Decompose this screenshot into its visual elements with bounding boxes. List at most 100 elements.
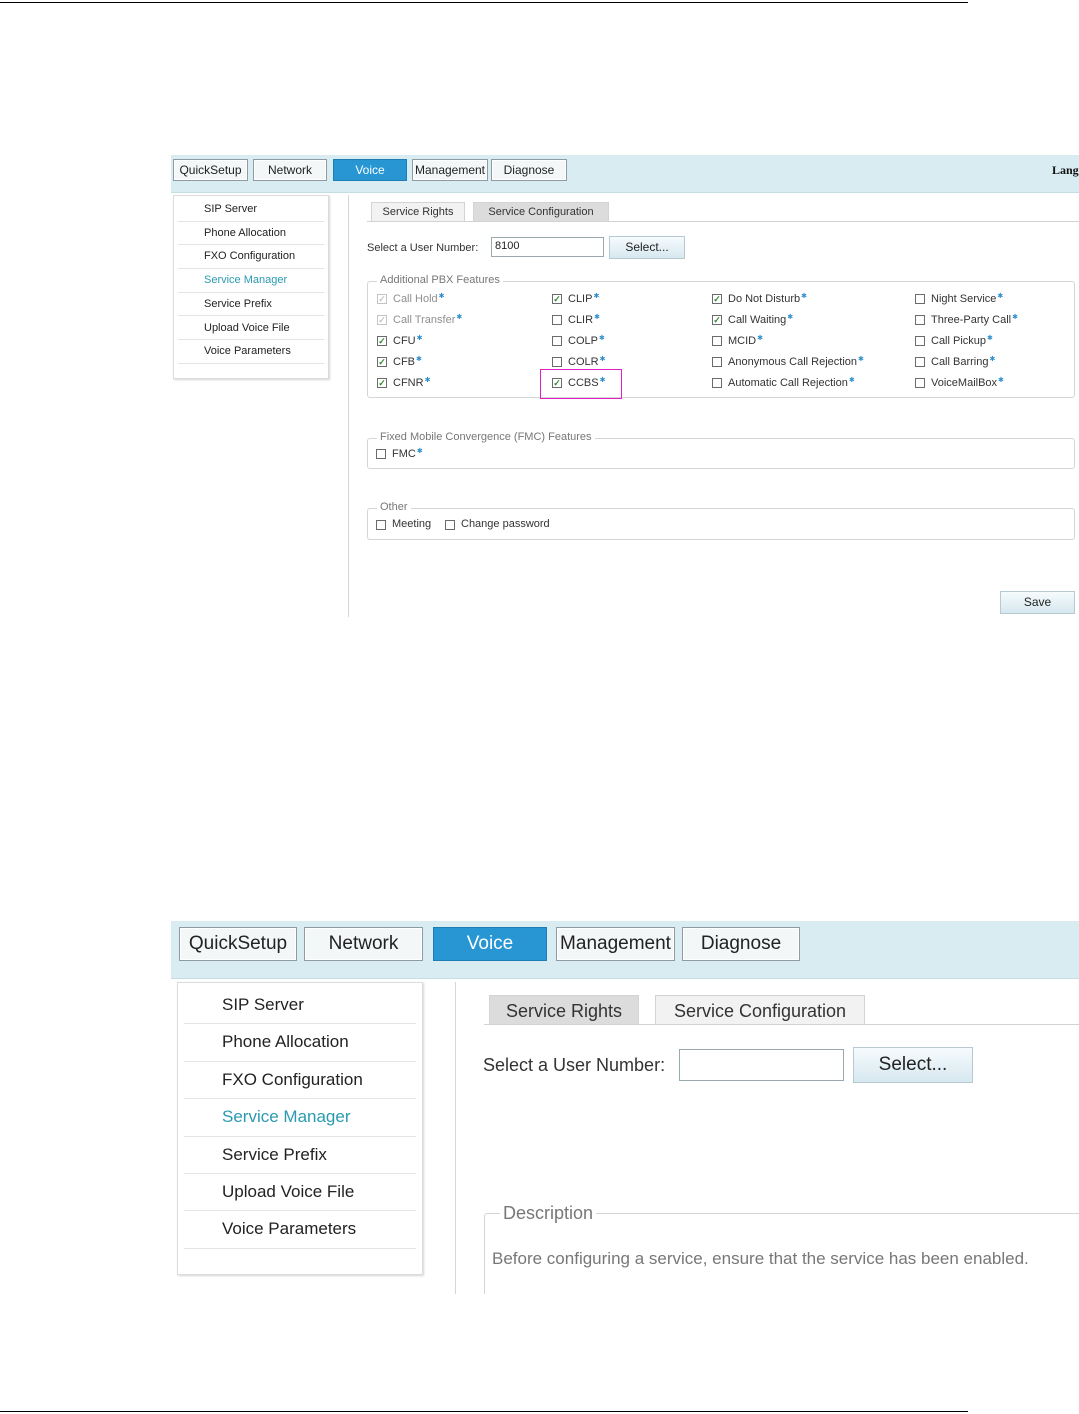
- feature-mcid-label: MCID✱: [728, 335, 763, 347]
- language-label[interactable]: Lang: [1052, 163, 1079, 178]
- nav-tab-quicksetup[interactable]: QuickSetup: [179, 927, 297, 961]
- user-number-label: Select a User Number:: [367, 242, 479, 254]
- feature-cfb-label: CFB✱: [393, 356, 422, 368]
- feature-automatic-call-rejection-checkbox[interactable]: [712, 378, 722, 388]
- nav-tab-diagnose[interactable]: Diagnose: [682, 927, 800, 961]
- tab-service-rights[interactable]: Service Rights: [489, 995, 639, 1025]
- select-button[interactable]: Select...: [609, 236, 685, 259]
- call-barring-star-icon: ✱: [989, 356, 996, 363]
- cfnr-star-icon: ✱: [424, 377, 431, 384]
- tab-service-configuration[interactable]: Service Configuration: [655, 995, 865, 1025]
- select-button[interactable]: Select...: [853, 1047, 973, 1083]
- tab-service-rights[interactable]: Service Rights: [371, 202, 465, 221]
- ccbs-highlight-box: [540, 369, 622, 399]
- feature-fmc-checkbox[interactable]: [376, 449, 386, 459]
- sidebar-item-upload-voice-file[interactable]: Upload Voice File: [184, 1174, 416, 1212]
- nav-tab-diagnose[interactable]: Diagnose: [491, 159, 567, 181]
- sidebar-item-sip-server[interactable]: SIP Server: [184, 987, 416, 1025]
- feature-colr-checkbox[interactable]: [552, 357, 562, 367]
- feature-colp-checkbox[interactable]: [552, 336, 562, 346]
- sidebar-item-voice-parameters[interactable]: Voice Parameters: [184, 1211, 416, 1249]
- save-button[interactable]: Save: [1000, 591, 1075, 614]
- feature-cfb-checkbox[interactable]: ✓: [377, 357, 387, 367]
- feature-cfnr-checkbox[interactable]: ✓: [377, 378, 387, 388]
- feature-clip-checkbox[interactable]: ✓: [552, 294, 562, 304]
- bottom-rule: [0, 1411, 968, 1412]
- feature-mcid-checkbox[interactable]: [712, 336, 722, 346]
- tab-underline: [367, 221, 1079, 222]
- feature-call-transfer-label: Call Transfer✱: [393, 314, 463, 326]
- description-legend: Description: [500, 1203, 597, 1224]
- colp-star-icon: ✱: [598, 335, 605, 342]
- sidebar-item-sip-server[interactable]: SIP Server: [178, 198, 324, 222]
- three-party-call-star-icon: ✱: [1012, 314, 1018, 321]
- nav-tab-voice[interactable]: Voice: [333, 159, 407, 181]
- voicemailbox-star-icon: ✱: [998, 377, 1004, 384]
- feature-colp-label: COLP✱: [568, 335, 605, 347]
- call-waiting-star-icon: ✱: [787, 314, 794, 321]
- cfu-star-icon: ✱: [416, 335, 423, 342]
- call-pickup-star-icon: ✱: [987, 335, 993, 342]
- feature-call-pickup-checkbox[interactable]: [915, 336, 925, 346]
- sidebar-menu: SIP Server Phone Allocation FXO Configurat…: [177, 982, 423, 1275]
- feature-call-hold-checkbox: ✓: [377, 294, 387, 304]
- feature-anonymous-call-rejection-checkbox[interactable]: [712, 357, 722, 367]
- feature-anonymous-call-rejection-label: Anonymous Call Rejection✱: [728, 356, 864, 368]
- feature-call-barring-checkbox[interactable]: [915, 357, 925, 367]
- sidebar-item-fxo-configuration[interactable]: FXO Configuration: [184, 1062, 416, 1100]
- other-legend: Other: [377, 501, 411, 513]
- feature-cfu-checkbox[interactable]: ✓: [377, 336, 387, 346]
- nav-tab-network[interactable]: Network: [253, 159, 327, 181]
- other-meeting-label: Meeting: [392, 518, 432, 530]
- feature-three-party-call-label: Three-Party Call✱: [931, 314, 1018, 326]
- sidebar-item-service-prefix[interactable]: Service Prefix: [184, 1137, 416, 1174]
- user-number-input[interactable]: [679, 1049, 844, 1081]
- call-transfer-star-icon: ✱: [456, 314, 463, 321]
- sidebar-item-fxo-configuration[interactable]: FXO Configuration: [178, 245, 324, 270]
- other-change-password-checkbox[interactable]: [445, 520, 455, 530]
- fmc-star-icon: ✱: [416, 448, 423, 455]
- mcid-star-icon: ✱: [757, 335, 763, 342]
- fmc-features-legend: Fixed Mobile Convergence (FMC) Features: [377, 431, 595, 443]
- feature-cfnr-label: CFNR✱: [393, 377, 431, 389]
- feature-call-waiting-checkbox[interactable]: ✓: [712, 315, 722, 325]
- nav-tab-network[interactable]: Network: [304, 927, 423, 961]
- nav-tab-quicksetup[interactable]: QuickSetup: [173, 159, 248, 181]
- sidebar-menu: SIP Server Phone Allocation FXO Configurat…: [173, 195, 329, 379]
- feature-clir-label: CLIR✱: [568, 314, 600, 326]
- feature-do-not-disturb-checkbox[interactable]: ✓: [712, 294, 722, 304]
- sidebar-item-voice-parameters[interactable]: Voice Parameters: [178, 340, 324, 364]
- nav-tab-management[interactable]: Management: [412, 159, 488, 181]
- main-content: [348, 195, 1079, 617]
- cfb-star-icon: ✱: [416, 356, 422, 363]
- nav-tab-management[interactable]: Management: [556, 927, 675, 961]
- feature-automatic-call-rejection-label: Automatic Call Rejection✱: [728, 377, 855, 389]
- user-number-input[interactable]: 8100: [491, 237, 604, 257]
- feature-call-waiting-label: Call Waiting✱: [728, 314, 794, 326]
- feature-night-service-label: Night Service✱: [931, 293, 1004, 305]
- other-change-password-label: Change password: [461, 518, 550, 530]
- feature-voicemailbox-checkbox[interactable]: [915, 378, 925, 388]
- clip-star-icon: ✱: [593, 293, 600, 300]
- nav-tab-voice[interactable]: Voice: [433, 927, 547, 961]
- tab-service-configuration[interactable]: Service Configuration: [473, 202, 609, 221]
- sidebar-item-phone-allocation[interactable]: Phone Allocation: [178, 222, 324, 246]
- service-configuration-screenshot: QuickSetup Network Voice Management Diagnose…: [171, 921, 1079, 1294]
- additional-pbx-features-legend: Additional PBX Features: [377, 274, 503, 286]
- sidebar-item-service-prefix[interactable]: Service Prefix: [178, 293, 324, 317]
- user-number-label: Select a User Number:: [483, 1055, 666, 1075]
- sidebar-item-phone-allocation[interactable]: Phone Allocation: [184, 1024, 416, 1062]
- feature-voicemailbox-label: VoiceMailBox✱: [931, 377, 1004, 389]
- feature-call-hold-label: Call Hold✱: [393, 293, 445, 305]
- feature-three-party-call-checkbox[interactable]: [915, 315, 925, 325]
- feature-clir-checkbox[interactable]: [552, 315, 562, 325]
- anonymous-call-rejection-star-icon: ✱: [858, 356, 864, 363]
- sidebar-item-service-manager[interactable]: Service Manager: [184, 1099, 416, 1137]
- night-service-star-icon: ✱: [997, 293, 1004, 300]
- feature-night-service-checkbox[interactable]: [915, 294, 925, 304]
- sidebar-item-service-manager[interactable]: Service Manager: [178, 269, 324, 293]
- sidebar-item-upload-voice-file[interactable]: Upload Voice File: [178, 317, 324, 341]
- feature-fmc-label: FMC✱: [392, 448, 423, 460]
- other-meeting-checkbox[interactable]: [376, 520, 386, 530]
- call-hold-star-icon: ✱: [438, 293, 445, 300]
